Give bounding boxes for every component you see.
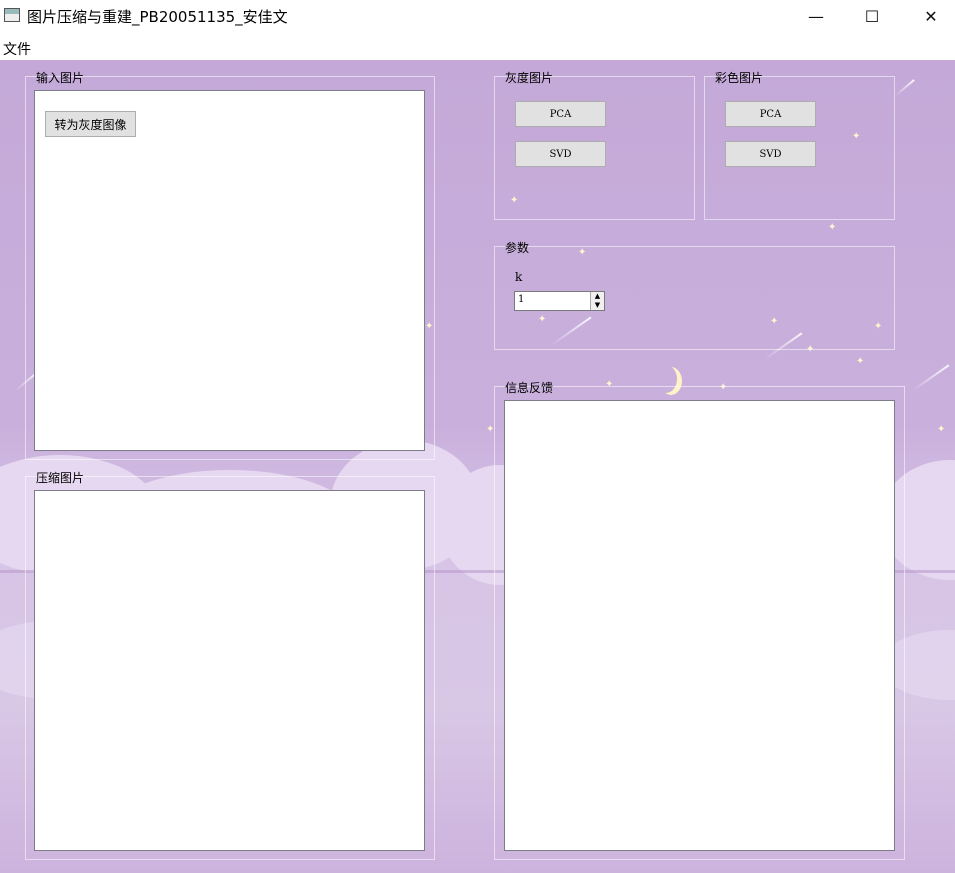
k-value[interactable]: 1 [518,294,524,305]
compressed-image-view[interactable] [34,490,425,851]
gray-pca-button[interactable]: PCA [515,101,606,127]
to-grayscale-button[interactable]: 转为灰度图像 [45,111,136,137]
color-svd-button[interactable]: SVD [725,141,816,167]
gray-svd-button[interactable]: SVD [515,141,606,167]
spin-down-icon[interactable]: ▼ [591,301,604,310]
parameters-group-title: 参数 [505,241,530,255]
window-title: 图片压缩与重建_PB20051135_安佳文 [27,8,288,26]
maximize-button[interactable]: ☐ [843,0,901,32]
grayscale-group-title: 灰度图片 [505,71,554,85]
k-label: k [515,270,523,284]
feedback-text-area[interactable] [504,400,895,851]
minimize-button[interactable]: — [787,0,845,32]
input-image-group-title: 输入图片 [36,71,85,85]
menu-file[interactable]: 文件 [3,39,31,59]
color-pca-button[interactable]: PCA [725,101,816,127]
color-group-title: 彩色图片 [715,71,764,85]
menu-bar: 文件 [0,32,955,60]
close-button[interactable]: ✕ [902,0,955,32]
spin-buttons: ▲ ▼ [590,292,604,310]
input-image-view[interactable] [34,90,425,451]
app-icon [4,8,20,22]
compressed-image-group-title: 压缩图片 [36,471,85,485]
title-bar: 图片压缩与重建_PB20051135_安佳文 — ☐ ✕ [0,0,955,32]
k-spinbox[interactable]: 1 ▲ ▼ [514,291,605,311]
feedback-group-title: 信息反馈 [505,381,554,395]
